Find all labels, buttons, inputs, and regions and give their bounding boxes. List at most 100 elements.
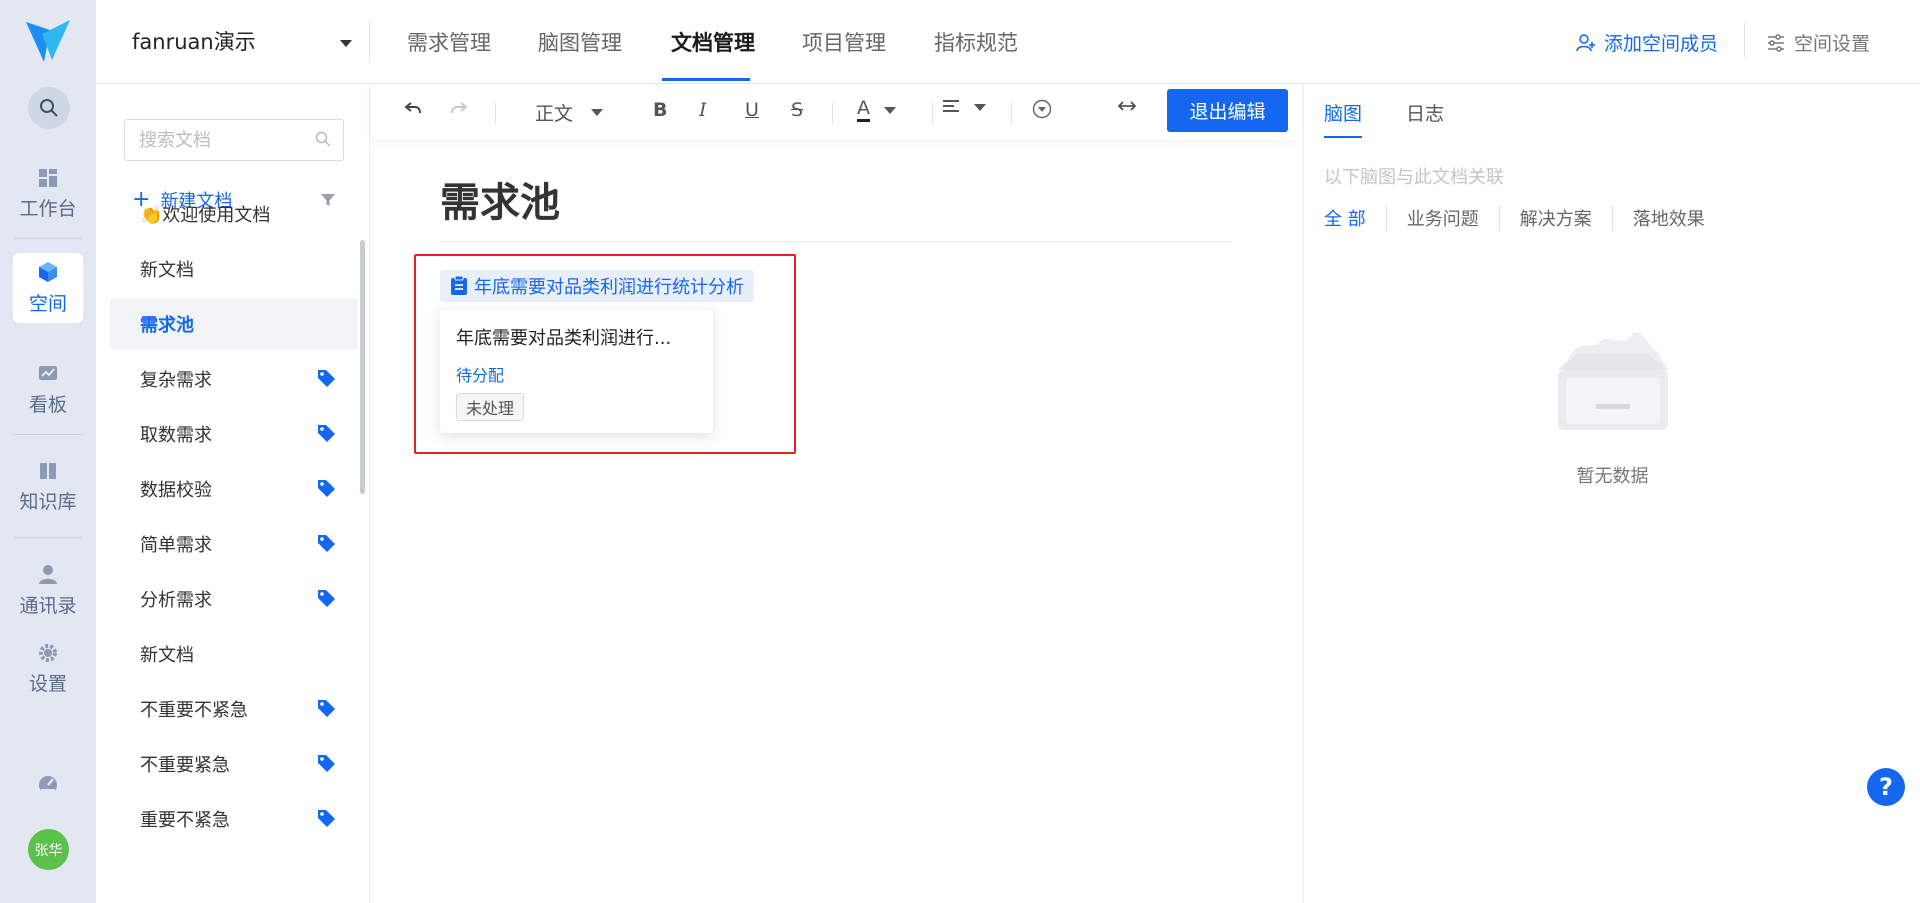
- tab-projects[interactable]: 项目管理: [802, 27, 886, 57]
- insert-dropdown-button[interactable]: [1032, 99, 1052, 119]
- rail-item-workbench[interactable]: 工作台: [13, 159, 83, 229]
- sidebar-doc-item[interactable]: 数据校验: [110, 463, 358, 515]
- document-editor: 正文 B I U S A 退出编辑 需求池 年底需要对品类利润进行统计分析 年底…: [371, 84, 1302, 903]
- rail-label: 看板: [28, 393, 67, 416]
- card-title: 年底需要对品类利润进行...: [456, 328, 672, 349]
- tab-log[interactable]: 日志: [1406, 99, 1444, 126]
- sidebar-doc-item[interactable]: 👏欢迎使用文档: [110, 188, 358, 240]
- sidebar-doc-label: 取数需求: [140, 425, 212, 446]
- filter-row: 全 部 业务问题 解决方案 落地效果: [1324, 205, 1725, 231]
- space-settings-button[interactable]: 空间设置: [1766, 29, 1870, 56]
- sidebar-doc-item[interactable]: 简单需求: [110, 518, 358, 570]
- expand-horizontal-icon: [1117, 101, 1137, 111]
- undo-button[interactable]: [404, 99, 422, 117]
- sidebar-doc-item[interactable]: 不重要不紧急: [110, 683, 358, 735]
- rail-label: 空间: [28, 292, 67, 315]
- requirement-preview-card[interactable]: 年底需要对品类利润进行... 待分配 未处理: [440, 310, 713, 433]
- sidebar-doc-label: 数据校验: [140, 480, 212, 501]
- underline-button[interactable]: U: [745, 99, 759, 121]
- italic-button[interactable]: I: [699, 99, 707, 121]
- doc-search-box[interactable]: [124, 119, 344, 161]
- strikethrough-button[interactable]: S: [791, 99, 803, 121]
- book-icon: [40, 462, 56, 479]
- redo-icon: [451, 102, 468, 114]
- relation-hint: 以下脑图与此文档关联: [1324, 167, 1504, 188]
- paragraph-style-select[interactable]: 正文: [535, 99, 604, 126]
- rail-label: 设置: [28, 672, 67, 695]
- chevron-down-icon[interactable]: [340, 40, 352, 47]
- tab-mindmap[interactable]: 脑图: [1324, 99, 1362, 126]
- doc-search-input[interactable]: [139, 120, 309, 160]
- active-tab-indicator: [1324, 136, 1362, 138]
- align-left-icon: [943, 100, 959, 112]
- space-selector[interactable]: fanruan演示: [132, 26, 256, 56]
- help-button[interactable]: ?: [1867, 768, 1905, 806]
- card-assignee-status: 待分配: [456, 366, 505, 385]
- paragraph-style-value: 正文: [535, 103, 574, 125]
- tag-icon: [318, 535, 335, 552]
- search-icon: [40, 99, 58, 117]
- sidebar-doc-label: 新文档: [140, 260, 194, 281]
- sidebar-doc-label: 简单需求: [140, 535, 212, 556]
- gear-icon: [39, 643, 57, 662]
- tab-documents[interactable]: 文档管理: [671, 27, 755, 57]
- sidebar-doc-label: 👏欢迎使用文档: [140, 205, 271, 226]
- align-button[interactable]: [942, 99, 986, 115]
- font-color-label: A: [857, 99, 870, 122]
- bold-button[interactable]: B: [653, 99, 667, 121]
- filter-business-problem[interactable]: 业务问题: [1385, 205, 1499, 231]
- rail-item-board[interactable]: 看板: [13, 355, 83, 425]
- sidebar-doc-item[interactable]: 不重要紧急: [110, 738, 358, 790]
- tab-metrics[interactable]: 指标规范: [934, 27, 1018, 57]
- rail-item-knowledge[interactable]: 知识库: [13, 452, 83, 522]
- tag-icon: [318, 480, 335, 497]
- tag-icon: [318, 370, 335, 387]
- search-icon[interactable]: [315, 131, 331, 147]
- linked-requirement-chip[interactable]: 年底需要对品类利润进行统计分析: [440, 270, 754, 302]
- full-width-button[interactable]: [1117, 99, 1137, 113]
- filter-all[interactable]: 全 部: [1324, 205, 1386, 231]
- sidebar-doc-item[interactable]: 分析需求: [110, 573, 358, 625]
- sidebar-doc-label: 复杂需求: [140, 370, 212, 391]
- document-sidebar: + 新建文档 👏欢迎使用文档新文档需求池复杂需求取数需求数据校验简单需求分析需求…: [96, 84, 370, 903]
- sidebar-doc-item[interactable]: 复杂需求: [110, 353, 358, 405]
- sidebar-doc-item[interactable]: 需求池: [110, 298, 358, 350]
- sidebar-doc-item[interactable]: 新文档: [110, 628, 358, 680]
- document-title[interactable]: 需求池: [440, 170, 560, 228]
- redo-button[interactable]: [450, 99, 468, 117]
- rail-label: 通讯录: [19, 594, 77, 617]
- sidebar-scrollbar[interactable]: [360, 240, 365, 494]
- filter-solution[interactable]: 解决方案: [1498, 205, 1612, 231]
- rail-label: 工作台: [19, 197, 77, 220]
- tag-icon: [318, 700, 335, 717]
- tab-mindmaps[interactable]: 脑图管理: [538, 27, 622, 57]
- app-logo[interactable]: [22, 16, 74, 68]
- global-search-button[interactable]: [28, 87, 70, 129]
- sidebar-doc-item[interactable]: 取数需求: [110, 408, 358, 460]
- sidebar-doc-item[interactable]: 重要不紧急: [110, 793, 358, 845]
- rail-label: 知识库: [19, 490, 77, 513]
- tab-requirements[interactable]: 需求管理: [407, 27, 491, 57]
- chevron-down-icon: [974, 103, 986, 111]
- add-member-label: 添加空间成员: [1604, 33, 1719, 55]
- linked-requirement-label: 年底需要对品类利润进行统计分析: [474, 277, 744, 298]
- add-member-button[interactable]: 添加空间成员: [1576, 29, 1718, 56]
- editor-toolbar: 正文 B I U S A 退出编辑: [371, 84, 1302, 140]
- title-divider: [440, 241, 1232, 242]
- font-color-button[interactable]: A: [857, 99, 896, 122]
- undo-icon: [404, 102, 421, 114]
- rail-item-contacts[interactable]: 通讯录: [13, 555, 83, 625]
- user-avatar[interactable]: 张华: [28, 829, 69, 870]
- rail-item-settings[interactable]: 设置: [13, 634, 83, 704]
- sidebar-doc-item[interactable]: 新文档: [110, 243, 358, 295]
- space-settings-label: 空间设置: [1794, 33, 1871, 55]
- rail-item-space[interactable]: 空间: [13, 253, 83, 323]
- chevron-down-icon: [884, 107, 896, 114]
- sliders-icon: [1768, 33, 1784, 52]
- speed-gauge-icon[interactable]: [37, 774, 59, 796]
- add-user-icon: [1576, 33, 1595, 51]
- sidebar-doc-label: 需求池: [140, 315, 194, 336]
- filter-landing-effect[interactable]: 落地效果: [1611, 205, 1725, 231]
- left-rail: 工作台 空间 看板 知识库 通讯录 设置 张华: [0, 0, 96, 903]
- exit-edit-button[interactable]: 退出编辑: [1167, 89, 1288, 132]
